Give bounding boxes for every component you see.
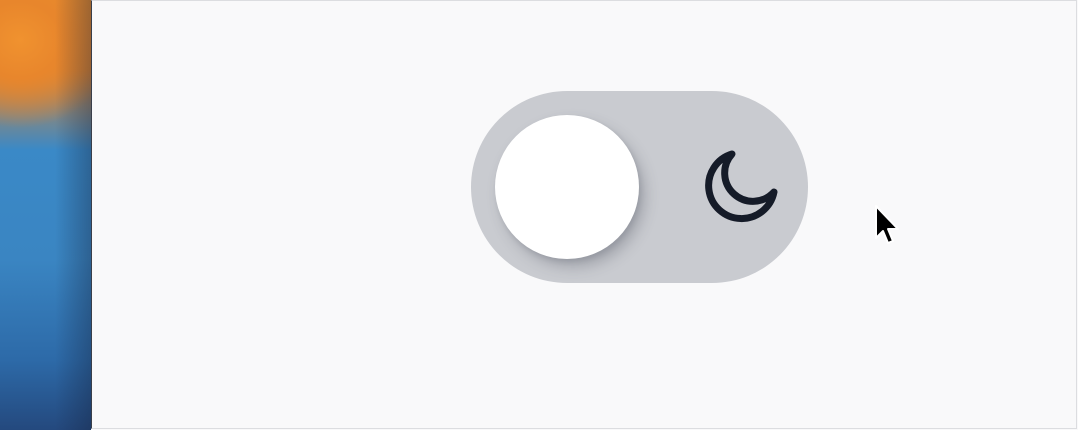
wallpaper-shadow <box>55 0 91 430</box>
toggle-knob[interactable] <box>495 115 639 259</box>
arrow-cursor-icon <box>875 205 899 244</box>
moon-icon <box>705 150 778 223</box>
screen <box>0 0 1078 430</box>
